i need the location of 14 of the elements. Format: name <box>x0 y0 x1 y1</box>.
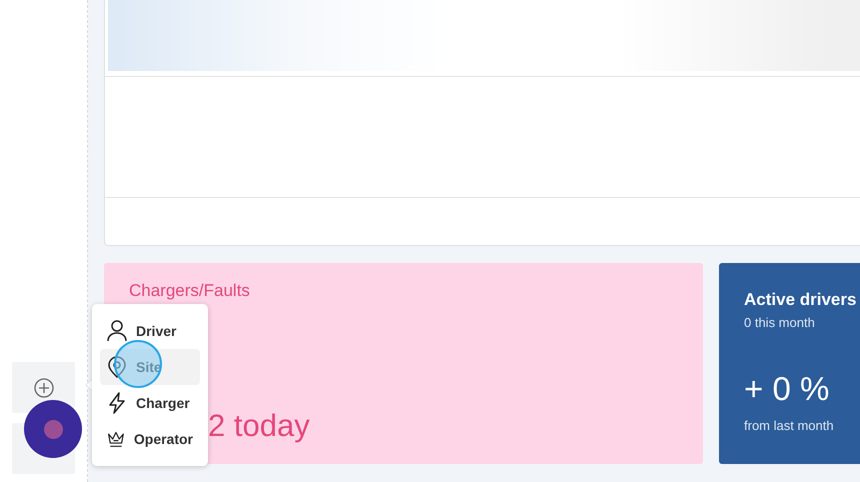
stat-caption: from last month <box>744 418 835 433</box>
location-pin-icon <box>107 356 127 378</box>
lightning-icon <box>107 392 127 414</box>
stat-value: 2 today <box>208 408 310 444</box>
person-icon <box>107 320 127 342</box>
card-subtitle: 0 this month <box>744 315 816 330</box>
stat-value: + 0 % <box>744 370 830 408</box>
card-title: Chargers/Faults <box>129 282 251 299</box>
menu-item[interactable]: Driver <box>100 313 200 348</box>
add-icon <box>34 378 54 398</box>
menu-item[interactable]: Charger <box>100 386 200 421</box>
click-indicator <box>114 340 162 388</box>
menu-item[interactable]: Operator <box>100 422 200 457</box>
card-title: Active drivers <box>744 291 858 308</box>
